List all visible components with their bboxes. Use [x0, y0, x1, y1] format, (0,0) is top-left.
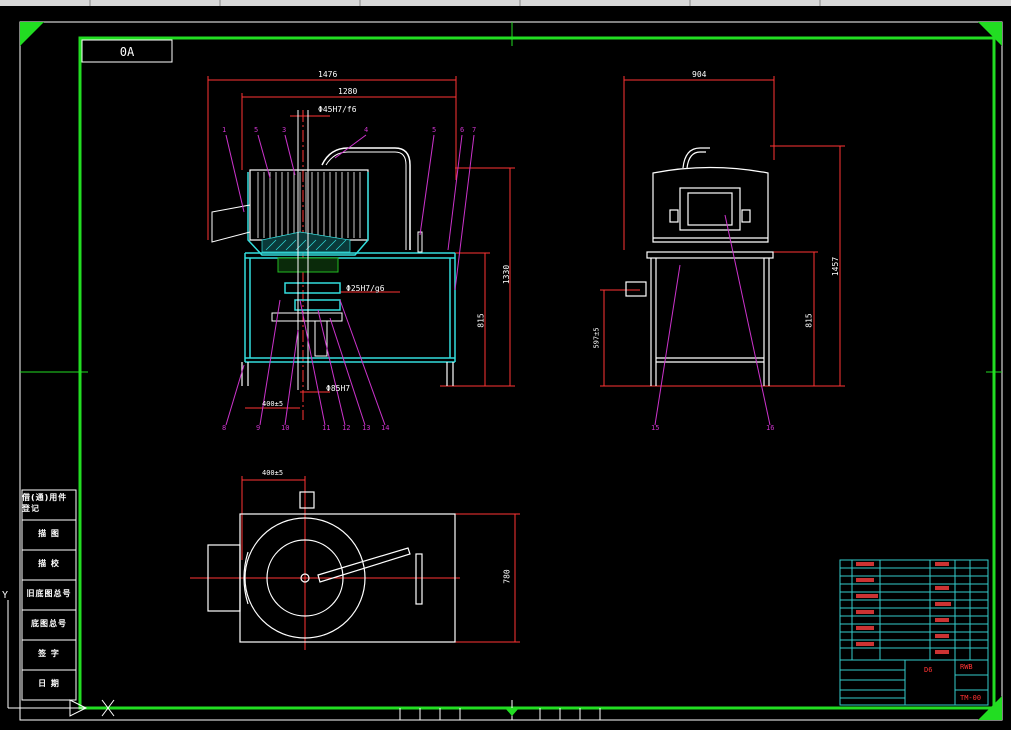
dim-side-height-table: 815 [804, 313, 814, 328]
balloon-12: 12 [342, 424, 351, 432]
title-block-name: RWB [960, 663, 973, 671]
dim-height-table: 815 [476, 313, 486, 328]
side-label-date: 日 期 [38, 678, 60, 688]
dim-bearing-fit: Φ85H7 [326, 384, 351, 393]
dim-shaft-fit-top: Φ45H7/f6 [318, 105, 357, 114]
side-label-signature: 签 字 [38, 648, 60, 658]
balloon-1: 1 [222, 126, 227, 134]
dim-plan-offset: 400±5 [262, 469, 284, 477]
dim-side-width: 904 [692, 70, 707, 79]
balloon-16: 16 [766, 424, 775, 432]
balloon-13: 13 [362, 424, 371, 432]
title-block-drawing-number: TM-00 [960, 694, 982, 702]
dim-shaft-fit-mid: Φ25H7/g6 [346, 284, 385, 293]
side-label-borrowed-parts: 借(通)用件登记 [22, 493, 68, 513]
dim-inner-width: 1280 [338, 87, 358, 96]
dim-offset-left: 400±5 [262, 400, 284, 408]
side-label-base-number: 底图总号 [31, 618, 67, 628]
balloon-8: 8 [222, 424, 227, 432]
title-block-material: D6 [924, 666, 933, 674]
side-label-old-base-number: 旧底图总号 [26, 588, 72, 598]
balloon-15: 15 [651, 424, 660, 432]
balloon-10: 10 [281, 424, 290, 432]
dim-height-total: 1330 [502, 264, 512, 285]
side-label-tracing: 描 图 [38, 528, 60, 538]
balloon-5a: 5 [254, 126, 259, 134]
dim-overall-width: 1476 [318, 70, 338, 79]
dim-side-height-motor: 597±5 [592, 327, 601, 349]
dim-side-height-total: 1457 [831, 256, 841, 277]
side-label-trace-check: 描 校 [38, 558, 60, 568]
balloon-7: 7 [472, 126, 477, 134]
balloon-9: 9 [256, 424, 261, 432]
dim-plan-depth: 780 [502, 569, 512, 584]
balloon-14: 14 [381, 424, 390, 432]
balloon-5b: 5 [432, 126, 437, 134]
balloon-3: 3 [282, 126, 287, 134]
balloon-4: 4 [364, 126, 369, 134]
balloon-11: 11 [322, 424, 331, 432]
balloon-6: 6 [460, 126, 465, 134]
